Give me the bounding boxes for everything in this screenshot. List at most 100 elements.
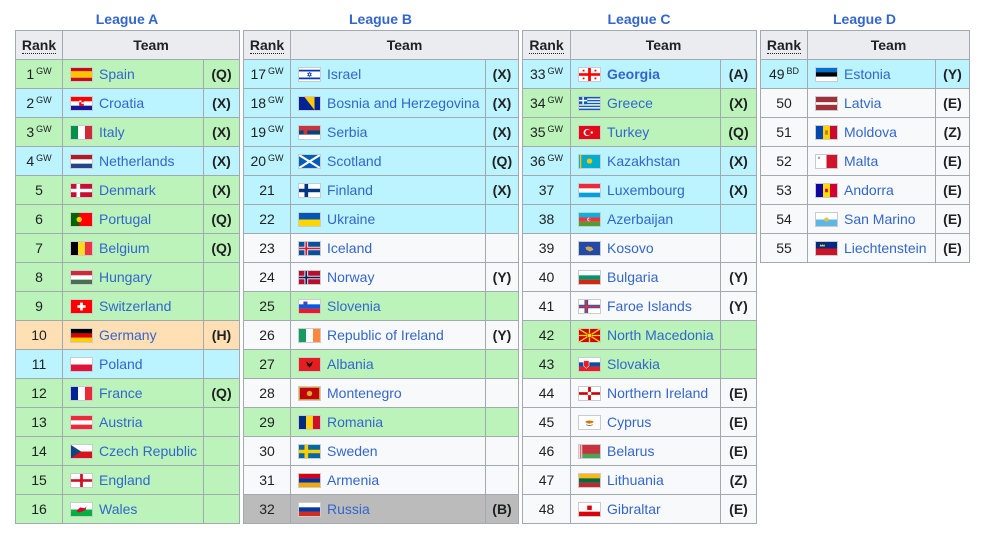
flag-no-icon[interactable]	[298, 270, 321, 285]
flag-gr-icon[interactable]	[578, 96, 601, 111]
team-link[interactable]: Cyprus	[607, 414, 651, 430]
flag-ua-icon[interactable]	[298, 212, 321, 227]
flag-pt-icon[interactable]	[70, 212, 93, 227]
rank-footnote[interactable]: GW	[36, 95, 52, 105]
team-link[interactable]: Northern Ireland	[607, 385, 708, 401]
team-link[interactable]: Italy	[99, 124, 125, 140]
team-link[interactable]: Scotland	[327, 153, 381, 169]
flag-en-icon[interactable]	[70, 473, 93, 488]
flag-lu-icon[interactable]	[578, 183, 601, 198]
flag-at-icon[interactable]	[70, 415, 93, 430]
flag-ru-icon[interactable]	[298, 502, 321, 517]
rank-footnote[interactable]: GW	[548, 95, 564, 105]
flag-sc-icon[interactable]	[298, 154, 321, 169]
flag-de-icon[interactable]	[70, 328, 93, 343]
flag-cz-icon[interactable]	[70, 444, 93, 459]
flag-be-icon[interactable]	[70, 241, 93, 256]
flag-rs-icon[interactable]	[298, 125, 321, 140]
team-link[interactable]: Czech Republic	[99, 443, 197, 459]
league-title[interactable]: League A	[15, 0, 239, 30]
rank-footnote[interactable]: GW	[36, 66, 52, 76]
rank-footnote[interactable]: GW	[268, 153, 284, 163]
team-link[interactable]: Albania	[327, 356, 374, 372]
team-link[interactable]: Poland	[99, 356, 143, 372]
team-link[interactable]: Switzerland	[99, 298, 171, 314]
team-link[interactable]: Faroe Islands	[607, 298, 692, 314]
flag-ee-icon[interactable]	[815, 67, 838, 82]
team-link[interactable]: France	[99, 385, 143, 401]
team-link[interactable]: Finland	[327, 182, 373, 198]
flag-si-icon[interactable]	[298, 299, 321, 314]
team-link[interactable]: Romania	[327, 414, 383, 430]
team-link[interactable]: Spain	[99, 66, 135, 82]
rank-footnote[interactable]: GW	[548, 153, 564, 163]
team-link[interactable]: Kazakhstan	[607, 153, 680, 169]
flag-ge-icon[interactable]	[578, 67, 601, 82]
team-link[interactable]: Georgia	[607, 66, 660, 82]
team-link[interactable]: Croatia	[99, 95, 144, 111]
league-title[interactable]: League B	[243, 0, 518, 30]
flag-pl-icon[interactable]	[70, 357, 93, 372]
team-link[interactable]: Belgium	[99, 240, 150, 256]
rank-footnote[interactable]: GW	[36, 153, 52, 163]
flag-ad-icon[interactable]	[815, 183, 838, 198]
flag-gi-icon[interactable]	[578, 502, 601, 517]
flag-li-icon[interactable]	[815, 241, 838, 256]
flag-bg-icon[interactable]	[578, 270, 601, 285]
flag-mk-icon[interactable]	[578, 328, 601, 343]
flag-az-icon[interactable]	[578, 212, 601, 227]
team-link[interactable]: San Marino	[844, 211, 916, 227]
team-link[interactable]: Hungary	[99, 269, 152, 285]
rank-footnote[interactable]: GW	[268, 95, 284, 105]
rank-footnote[interactable]: GW	[548, 124, 564, 134]
team-link[interactable]: Portugal	[99, 211, 151, 227]
team-link[interactable]: Slovakia	[607, 356, 660, 372]
league-title[interactable]: League C	[522, 0, 756, 30]
flag-es-icon[interactable]	[70, 67, 93, 82]
team-link[interactable]: Andorra	[844, 182, 894, 198]
rank-footnote[interactable]: GW	[36, 124, 52, 134]
team-link[interactable]: Wales	[99, 501, 137, 517]
flag-hu-icon[interactable]	[70, 270, 93, 285]
flag-is-icon[interactable]	[298, 241, 321, 256]
flag-ie-icon[interactable]	[298, 328, 321, 343]
team-link[interactable]: Liechtenstein	[844, 240, 927, 256]
flag-it-icon[interactable]	[70, 125, 93, 140]
flag-ni-icon[interactable]	[578, 386, 601, 401]
team-link[interactable]: Lithuania	[607, 472, 664, 488]
flag-nl-icon[interactable]	[70, 154, 93, 169]
team-link[interactable]: Denmark	[99, 182, 156, 198]
flag-am-icon[interactable]	[298, 473, 321, 488]
team-link[interactable]: Bulgaria	[607, 269, 658, 285]
flag-al-icon[interactable]	[298, 357, 321, 372]
flag-kz-icon[interactable]	[578, 154, 601, 169]
team-link[interactable]: Gibraltar	[607, 501, 661, 517]
flag-wa-icon[interactable]	[70, 502, 93, 517]
team-link[interactable]: Malta	[844, 153, 878, 169]
rank-footnote[interactable]: BD	[787, 66, 800, 76]
team-link[interactable]: Luxembourg	[607, 182, 685, 198]
league-title[interactable]: League D	[760, 0, 969, 30]
team-link[interactable]: England	[99, 472, 150, 488]
team-link[interactable]: Turkey	[607, 124, 649, 140]
flag-il-icon[interactable]	[298, 67, 321, 82]
flag-by-icon[interactable]	[578, 444, 601, 459]
team-link[interactable]: Armenia	[327, 472, 379, 488]
team-link[interactable]: Kosovo	[607, 240, 654, 256]
flag-fi-icon[interactable]	[298, 183, 321, 198]
flag-xk-icon[interactable]	[578, 241, 601, 256]
rank-footnote[interactable]: GW	[268, 124, 284, 134]
flag-dk-icon[interactable]	[70, 183, 93, 198]
team-link[interactable]: Sweden	[327, 443, 378, 459]
flag-sm-icon[interactable]	[815, 212, 838, 227]
flag-ba-icon[interactable]	[298, 96, 321, 111]
flag-lv-icon[interactable]	[815, 96, 838, 111]
team-link[interactable]: Azerbaijan	[607, 211, 673, 227]
team-link[interactable]: Montenegro	[327, 385, 402, 401]
flag-fo-icon[interactable]	[578, 299, 601, 314]
team-link[interactable]: Estonia	[844, 66, 891, 82]
team-link[interactable]: Germany	[99, 327, 157, 343]
team-link[interactable]: Austria	[99, 414, 143, 430]
flag-sk-icon[interactable]	[578, 357, 601, 372]
team-link[interactable]: Israel	[327, 66, 361, 82]
